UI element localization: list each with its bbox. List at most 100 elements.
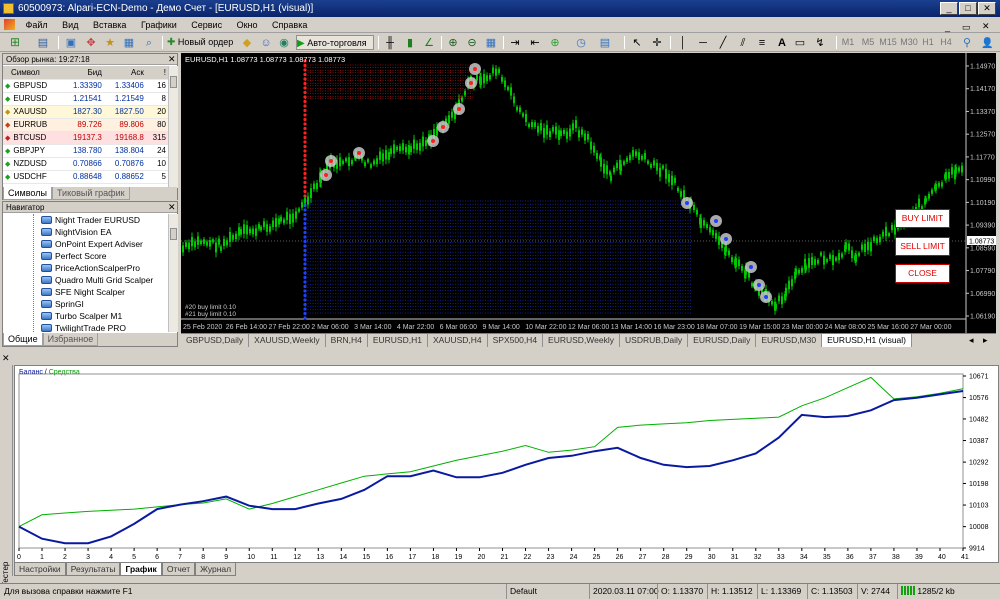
maximize-button[interactable]: □ — [959, 2, 977, 15]
scrollbar-thumb[interactable] — [170, 76, 177, 88]
col-bid[interactable]: Бид — [61, 66, 104, 80]
community-login-icon[interactable]: 👤 — [980, 35, 994, 49]
timeframe-h4[interactable]: H4 — [938, 35, 954, 50]
indicators-icon[interactable]: ⊕ — [548, 35, 562, 49]
menu-view[interactable]: Вид — [56, 17, 84, 33]
navigator-item[interactable]: Night Trader EURUSD — [3, 214, 168, 226]
tile-windows-icon[interactable]: ▦ — [484, 35, 498, 49]
chart-tab[interactable]: EURUSD,H1 (visual) — [822, 334, 912, 347]
new-order-button[interactable]: ✚ Новый ордер — [167, 35, 235, 50]
timeframe-m30[interactable]: M30 — [899, 35, 919, 50]
tabs-scroll-right-icon[interactable]: ▸ — [983, 334, 988, 347]
search-icon[interactable]: ⚲ — [960, 35, 974, 49]
market-watch-row[interactable]: ◆ EURRUB 89.726 89.806 80 — [3, 118, 168, 132]
bar-chart-icon[interactable]: ╫ — [383, 35, 397, 49]
minimize-button[interactable]: _ — [940, 2, 958, 15]
col-spread[interactable]: ! — [145, 66, 168, 80]
tab-favorites[interactable]: Избранное — [42, 333, 99, 346]
navigator-item[interactable]: Perfect Score — [3, 250, 168, 262]
navigator-item[interactable]: NightVision EA — [3, 226, 168, 238]
signals-icon[interactable]: ◉ — [277, 35, 291, 49]
chart-tab[interactable]: EURUSD,Weekly — [543, 334, 621, 347]
status-profile[interactable]: Default — [506, 584, 586, 599]
channel-icon[interactable]: ⫽ — [736, 35, 750, 49]
timeframe-m15[interactable]: M15 — [878, 35, 898, 50]
scrollbar-thumb[interactable] — [170, 228, 177, 240]
fibonacci-icon[interactable]: ≡ — [755, 35, 769, 49]
market-watch-icon[interactable]: ▣ — [64, 35, 78, 49]
strategy-tester-icon[interactable]: ⌕ — [142, 35, 156, 49]
data-window-icon[interactable]: ✥ — [84, 35, 98, 49]
market-watch-row[interactable]: ◆ XAUUSD 1827.30 1827.50 20 — [3, 105, 168, 119]
tab-tick-chart[interactable]: Тиковый график — [51, 187, 130, 200]
navigator-item[interactable]: SFE Night Scalper — [3, 286, 168, 298]
tab-report[interactable]: Отчет — [161, 563, 196, 576]
navigator-scrollbar[interactable] — [168, 214, 178, 332]
menu-file[interactable]: Файл — [20, 17, 54, 33]
crosshair-icon[interactable]: ✛ — [650, 35, 664, 49]
zoom-out-icon[interactable]: ⊖ — [465, 35, 479, 49]
market-watch-row[interactable]: ◆ NZDUSD 0.70866 0.70876 10 — [3, 157, 168, 171]
auto-trading-button[interactable]: ▶ Авто-торговля — [296, 35, 374, 50]
candlestick-icon[interactable]: ▮ — [403, 35, 417, 49]
tab-general[interactable]: Общие — [3, 333, 43, 346]
chart-tab[interactable]: EURUSD,Daily — [688, 334, 757, 347]
chart-tab[interactable]: SPX500,H4 — [488, 334, 544, 347]
navigator-close-icon[interactable]: ✕ — [168, 202, 176, 213]
buy-limit-button[interactable]: BUY LIMIT — [895, 209, 950, 228]
chart-tab[interactable]: USDRUB,Daily — [620, 334, 689, 347]
line-chart-icon[interactable]: ∠ — [422, 35, 436, 49]
chart-tab[interactable]: EURUSD,M30 — [756, 334, 823, 347]
tab-journal[interactable]: Журнал — [195, 563, 237, 576]
chart-tab[interactable]: BRN,H4 — [326, 334, 368, 347]
horizontal-line-icon[interactable]: ─ — [696, 35, 710, 49]
tabs-scroll-left-icon[interactable]: ◂ — [969, 334, 974, 347]
trendline-icon[interactable]: ╱ — [716, 35, 730, 49]
market-watch-row[interactable]: ◆ GBPUSD 1.33390 1.33406 16 — [3, 79, 168, 93]
close-button[interactable]: CLOSE — [895, 264, 950, 283]
zoom-in-icon[interactable]: ⊕ — [446, 35, 460, 49]
timeframe-m5[interactable]: M5 — [860, 35, 876, 50]
tab-results[interactable]: Результаты — [65, 563, 121, 576]
tab-settings[interactable]: Настройки — [14, 563, 66, 576]
menu-insert[interactable]: Вставка — [87, 17, 132, 33]
market-watch-close-icon[interactable]: ✕ — [168, 54, 176, 65]
col-ask[interactable]: Аск — [103, 66, 146, 80]
market-watch-row[interactable]: ◆ BTCUSD 19137.3 19168.8 315 — [3, 131, 168, 145]
market-watch-row[interactable]: ◆ GBPJPY 138.780 138.804 24 — [3, 144, 168, 158]
chart-tab[interactable]: XAUUSD,Weekly — [249, 334, 326, 347]
chart-tab[interactable]: XAUUSD,H4 — [428, 334, 488, 347]
chart-tab[interactable]: GBPUSD,Daily — [181, 334, 250, 347]
market-watch-row[interactable]: ◆ USDCHF 0.88648 0.88652 5 — [3, 170, 168, 184]
cursor-icon[interactable]: ↖ — [630, 35, 644, 49]
vertical-line-icon[interactable]: │ — [676, 35, 690, 49]
navigator-item[interactable]: OnPoint Expert Adviser — [3, 238, 168, 250]
menu-help[interactable]: Справка — [266, 17, 313, 33]
doc-close-button[interactable]: ✕ — [982, 18, 990, 34]
templates-icon[interactable]: ▤ — [598, 35, 612, 49]
new-chart-icon[interactable]: ⊞ — [8, 35, 22, 49]
text-label-icon[interactable]: ▭ — [793, 35, 807, 49]
chart-shift-icon[interactable]: ⇤ — [528, 35, 542, 49]
navigator-icon[interactable]: ★ — [103, 35, 117, 49]
price-chart[interactable]: 1.14970 1.14170 1.13370 1.12570 1.11770 1.109… — [181, 53, 996, 333]
market-watch-scrollbar[interactable] — [168, 66, 178, 188]
navigator-item[interactable]: PriceActionScalperPro — [3, 262, 168, 274]
menu-charts[interactable]: Графики — [135, 17, 183, 33]
navigator-item[interactable]: Turbo Scalper M1 — [3, 310, 168, 322]
chart-tab[interactable]: EURUSD,H1 — [368, 334, 428, 347]
autoscroll-icon[interactable]: ⇥ — [508, 35, 522, 49]
periods-icon[interactable]: ◷ — [574, 35, 588, 49]
tab-graph[interactable]: График — [120, 563, 162, 576]
navigator-item[interactable]: Quadro Multi Grid Scalper — [3, 274, 168, 286]
col-symbol[interactable]: Символ — [3, 66, 62, 80]
metaeditor-icon[interactable]: ◆ — [240, 35, 254, 49]
market-watch-row[interactable]: ◆ EURUSD 1.21541 1.21549 8 — [3, 92, 168, 106]
tester-close-icon[interactable]: ✕ — [2, 353, 10, 364]
menu-window[interactable]: Окно — [231, 17, 264, 33]
profiles-icon[interactable]: ▤ — [36, 35, 50, 49]
timeframe-m1[interactable]: M1 — [840, 35, 856, 50]
close-window-button[interactable]: ✕ — [978, 2, 996, 15]
menu-tools[interactable]: Сервис — [185, 17, 228, 33]
navigator-item[interactable]: SprinGI — [3, 298, 168, 310]
